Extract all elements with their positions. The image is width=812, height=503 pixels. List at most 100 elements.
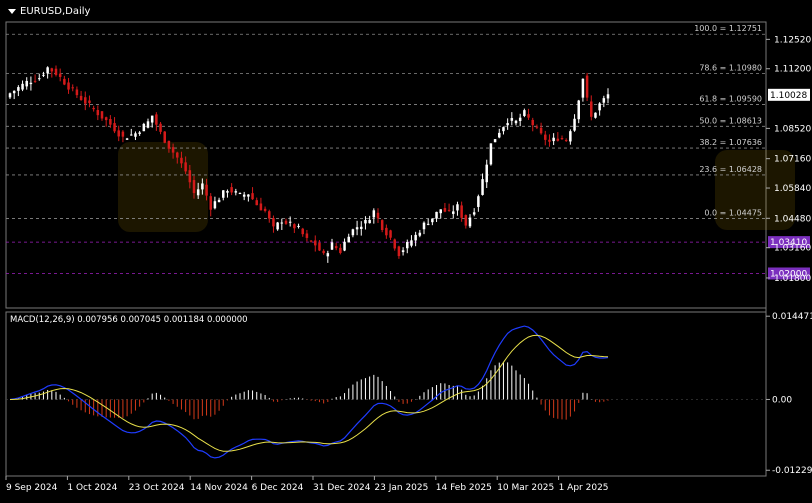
macd-tick-label: -0.012299 [772,466,812,476]
candle-body [88,100,91,103]
candle-body [280,222,284,224]
chart-background [0,0,812,499]
candle-body [96,110,100,116]
candle-body [585,75,589,98]
candle-body [196,189,200,196]
chart-title: EURUSD,Daily [20,6,91,17]
candle-body [426,223,430,225]
candle-body [552,137,555,142]
candle-body [301,228,304,235]
fib-label: 61.8 = 1.09590 [699,95,762,104]
current-price-tag: 1.10028 [768,88,810,101]
candle-body [414,234,417,241]
candle-body [314,240,317,246]
macd-tick-label: 0.00 [772,395,792,405]
candle-body [17,87,20,91]
candle-body [21,83,24,90]
candle-body [297,225,300,227]
candle-body [447,209,451,211]
candle-body [138,132,141,134]
candle-body [401,250,405,253]
candle-body [514,120,518,124]
candle-body [510,118,514,121]
candle-body [594,112,597,118]
time-tick-label: 14 Nov 2024 [190,483,248,493]
chevron-down-icon[interactable] [8,9,16,14]
candle-body [142,123,146,132]
fib-label: 0.0 = 1.04475 [704,208,762,217]
candle-body [234,191,238,193]
time-tick-label: 1 Apr 2025 [559,483,609,493]
fib-label: 38.2 = 1.07636 [699,138,762,147]
time-tick-label: 14 Feb 2025 [436,483,492,493]
candle-body [134,133,137,137]
candle-body [502,127,505,132]
candle-body [556,138,560,141]
candle-body [330,242,334,250]
candle-body [63,78,66,85]
candle-body [318,242,321,251]
candle-body [364,219,367,224]
candle-body [263,208,267,211]
candle-body [309,240,313,242]
candle-body [452,211,455,214]
candle-body [334,246,338,249]
candle-body [493,139,497,143]
candle-body [322,250,325,254]
candle-body [385,227,388,236]
candle-body [456,204,459,211]
candle-body [146,121,150,128]
candle-body [205,184,208,196]
candle-body [113,123,116,132]
candle-body [431,218,434,223]
candle-body [477,196,480,207]
candle-body [293,224,296,229]
candle-body [276,222,279,230]
candle-body [368,219,371,224]
candle-body [251,193,254,200]
candle-body [539,127,543,134]
candle-body [443,208,447,212]
price-tick-label: 1.04480 [774,214,811,224]
time-tick-label: 10 Mar 2025 [497,483,554,493]
fib-label: 50.0 = 1.08613 [699,116,762,125]
candle-body [167,140,171,149]
candle-body [472,212,476,215]
candle-body [230,187,233,193]
candle-body [418,232,422,236]
candle-body [255,200,258,206]
candle-body [343,241,346,251]
candle-body [518,117,522,122]
candle-body [163,131,166,143]
candle-body [104,117,108,121]
candle-body [410,240,413,246]
candle-body [84,97,87,104]
candle-body [213,201,217,209]
price-tick-label: 1.08520 [774,124,811,134]
candle-body [393,239,396,249]
candle-body [33,80,37,82]
candle-body [506,123,509,126]
candle-body [222,190,225,198]
chart-title-bar[interactable]: EURUSD,Daily [8,6,90,17]
candle-body [564,139,568,141]
candle-body [259,203,263,211]
candle-body [25,80,28,87]
candle-body [598,103,601,111]
candle-body [247,194,250,197]
candle-body [544,134,547,140]
candle-body [159,123,162,132]
price-tick-label: 1.07160 [774,155,811,165]
price-tick-label: 1.01800 [774,274,811,284]
candle-body [192,180,196,194]
macd-tick-label: 0.014471 [772,312,812,322]
candle-body [188,170,192,183]
candle-body [602,98,606,103]
fib-label: 100.0 = 1.12751 [694,24,762,33]
candle-body [305,233,309,238]
candle-body [272,218,275,227]
candle-body [54,68,58,75]
candle-body [29,82,33,85]
candle-body [339,247,342,253]
candle-body [150,115,154,123]
